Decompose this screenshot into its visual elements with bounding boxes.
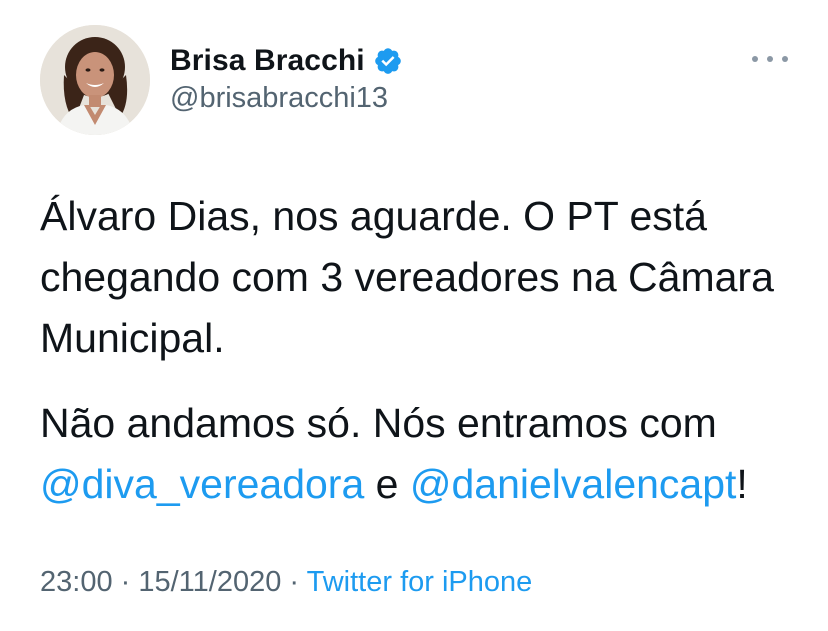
tweet-time[interactable]: 23:00	[40, 566, 113, 598]
dot	[752, 56, 758, 62]
author-name-row: Brisa Bracchi	[170, 40, 403, 82]
tweet: Brisa Bracchi @brisabracchi13 Álvaro Dia…	[0, 0, 828, 631]
mention-link[interactable]: @diva_vereadora	[40, 461, 364, 507]
tweet-metadata: 23:00 · 15/11/2020 · Twitter for iPhone	[40, 566, 532, 599]
tweet-text: Álvaro Dias, nos aguarde. O PT está cheg…	[40, 186, 810, 515]
profile-photo	[40, 25, 150, 135]
paragraph-2-text: Não andamos só. Nós entramos com	[40, 400, 717, 446]
end-punctuation: !	[736, 461, 748, 507]
verified-badge-icon	[373, 46, 403, 76]
separator: ·	[281, 566, 307, 598]
tweet-date[interactable]: 15/11/2020	[138, 566, 281, 598]
tweet-source-link[interactable]: Twitter for iPhone	[307, 566, 533, 598]
tweet-paragraph-2: Não andamos só. Nós entramos com @diva_v…	[40, 393, 810, 515]
tweet-paragraph-1: Álvaro Dias, nos aguarde. O PT está cheg…	[40, 193, 774, 361]
mention-link[interactable]: @danielvalencapt	[410, 461, 737, 507]
more-options-icon[interactable]	[752, 46, 788, 72]
separator: ·	[112, 566, 139, 598]
avatar[interactable]	[40, 25, 150, 135]
author-handle[interactable]: @brisabracchi13	[170, 82, 388, 115]
dot	[767, 56, 773, 62]
connector-text: e	[364, 461, 410, 507]
dot	[782, 56, 788, 62]
author-display-name[interactable]: Brisa Bracchi	[170, 44, 365, 78]
